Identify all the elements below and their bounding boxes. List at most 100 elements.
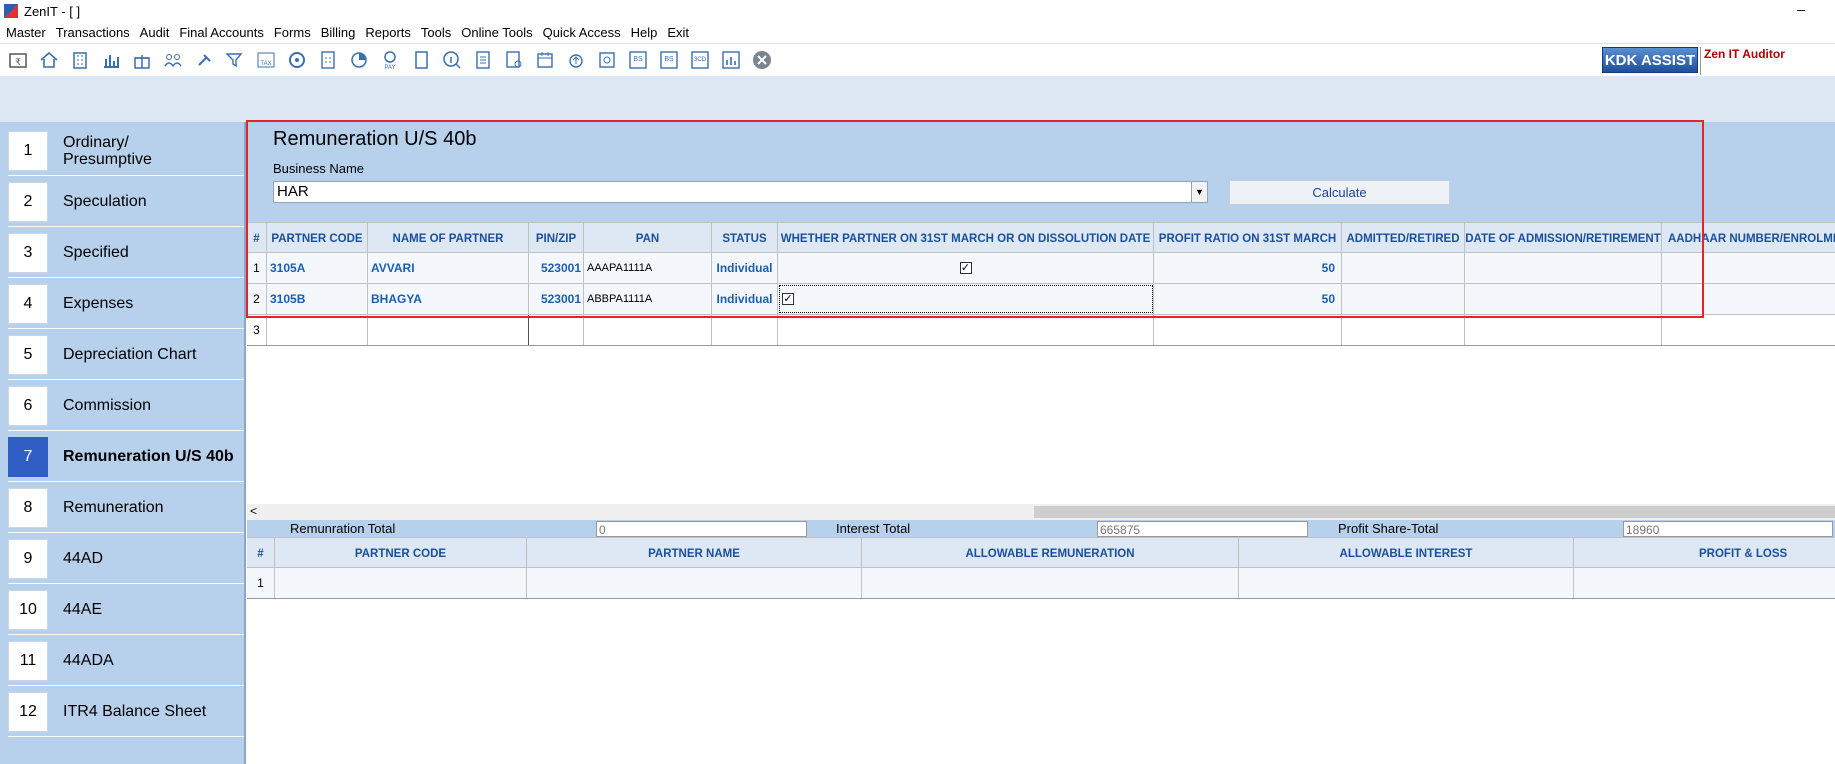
info-icon[interactable] xyxy=(439,48,465,72)
table-row[interactable]: 1 3105A AVVARI 523001 AAAPA1111A Individ… xyxy=(247,253,1835,284)
3cd-icon[interactable]: 3CD xyxy=(687,48,713,72)
table-row[interactable]: 1 xyxy=(247,568,1835,599)
admitted-retired-cell[interactable] xyxy=(1342,315,1465,345)
col-header-partner-name[interactable]: PARTNER NAME xyxy=(527,538,862,569)
partner-name-cell[interactable]: AVVARI xyxy=(368,253,529,283)
horizontal-scrollbar[interactable]: < xyxy=(247,504,1835,520)
profit-loss-cell[interactable] xyxy=(1574,568,1835,598)
sidebar-item-expenses[interactable]: 4 Expenses xyxy=(8,279,244,329)
profit-ratio-cell[interactable] xyxy=(1154,315,1342,345)
pan-cell[interactable]: ABBPA1111A xyxy=(584,284,712,314)
partner-name-cell[interactable]: BHAGYA xyxy=(368,284,529,314)
bs-2-icon[interactable]: BS xyxy=(656,48,682,72)
table-row[interactable]: 2 3105B BHAGYA 523001 ABBPA1111A Individ… xyxy=(247,284,1835,315)
date-admission-cell[interactable] xyxy=(1465,284,1662,314)
sidebar-item-itr4-balance-sheet[interactable]: 12 ITR4 Balance Sheet xyxy=(8,687,244,737)
partner-name-cell[interactable] xyxy=(527,568,862,598)
date-admission-cell[interactable] xyxy=(1465,315,1662,345)
partner-on-date-checkbox[interactable]: ✓ xyxy=(959,262,972,274)
tax-icon[interactable]: TAX xyxy=(253,48,279,72)
bs-icon[interactable]: BS xyxy=(625,48,651,72)
pin-cell[interactable]: 523001 xyxy=(529,253,584,283)
admitted-retired-cell[interactable] xyxy=(1342,253,1465,283)
chevron-down-icon[interactable]: ▼ xyxy=(1191,182,1207,202)
sidebar-item-specified[interactable]: 3 Specified xyxy=(8,228,244,278)
report-icon[interactable] xyxy=(718,48,744,72)
admitted-retired-cell[interactable] xyxy=(1342,284,1465,314)
menu-quick-access[interactable]: Quick Access xyxy=(543,25,621,40)
pan-cell[interactable] xyxy=(584,315,712,345)
date-admission-cell[interactable] xyxy=(1465,253,1662,283)
aadhaar-cell[interactable] xyxy=(1662,253,1835,283)
form-icon[interactable] xyxy=(470,48,496,72)
calculate-button[interactable]: Calculate xyxy=(1229,180,1450,205)
aadhaar-cell[interactable] xyxy=(1662,284,1835,314)
pay-icon[interactable]: PAY xyxy=(377,48,403,72)
sidebar-item-ordinary[interactable]: 1 Ordinary/ Presumptive xyxy=(8,126,244,176)
bar-chart-icon[interactable] xyxy=(98,48,124,72)
col-header-pan[interactable]: PAN xyxy=(584,223,712,254)
book-icon[interactable] xyxy=(408,48,434,72)
user-doc-icon[interactable] xyxy=(501,48,527,72)
menu-billing[interactable]: Billing xyxy=(321,25,356,40)
profit-ratio-cell[interactable]: 50 xyxy=(1154,284,1342,314)
allowable-interest-cell[interactable] xyxy=(1239,568,1574,598)
partner-code-cell[interactable]: 3105B xyxy=(267,284,368,314)
partner-on-date-checkbox[interactable]: ✓ xyxy=(782,293,794,305)
pin-cell[interactable] xyxy=(529,315,584,345)
allowable-remuneration-cell[interactable] xyxy=(862,568,1239,598)
profit-ratio-cell[interactable]: 50 xyxy=(1154,253,1342,283)
building-icon[interactable] xyxy=(67,48,93,72)
aadhaar-cell[interactable] xyxy=(1662,315,1835,345)
sidebar-item-depreciation-chart[interactable]: 5 Depreciation Chart xyxy=(8,330,244,380)
col-header-partner-name[interactable]: NAME OF PARTNER xyxy=(368,223,529,254)
close-circle-icon[interactable] xyxy=(749,48,775,72)
kdk-assist-button[interactable]: KDK ASSIST xyxy=(1602,47,1698,73)
menu-online-tools[interactable]: Online Tools xyxy=(461,25,532,40)
home-icon[interactable] xyxy=(36,48,62,72)
sidebar-item-speculation[interactable]: 2 Speculation xyxy=(8,177,244,227)
partner-code-cell[interactable] xyxy=(275,568,527,598)
status-cell[interactable] xyxy=(712,315,778,345)
menu-exit[interactable]: Exit xyxy=(667,25,689,40)
col-header-partner-code[interactable]: PARTNER CODE xyxy=(275,538,527,569)
col-header-partner-code[interactable]: PARTNER CODE xyxy=(267,223,368,254)
col-header-admitted-retired[interactable]: ADMITTED/RETIRED xyxy=(1342,223,1465,254)
partner-name-cell[interactable] xyxy=(368,315,529,345)
upload-icon[interactable] xyxy=(563,48,589,72)
business-name-select[interactable]: HAR ▼ xyxy=(273,181,1208,203)
menu-audit[interactable]: Audit xyxy=(140,25,170,40)
menu-help[interactable]: Help xyxy=(631,25,658,40)
rupee-book-icon[interactable]: ₹ xyxy=(5,48,31,72)
menu-forms[interactable]: Forms xyxy=(274,25,311,40)
menu-master[interactable]: Master xyxy=(6,25,46,40)
minimize-button[interactable]: – xyxy=(1793,2,1809,19)
pan-cell[interactable]: AAAPA1111A xyxy=(584,253,712,283)
status-cell[interactable]: Individual xyxy=(712,284,778,314)
col-header-allowable-interest[interactable]: ALLOWABLE INTEREST xyxy=(1239,538,1574,569)
calendar-icon[interactable] xyxy=(532,48,558,72)
sidebar-item-44ad[interactable]: 9 44AD xyxy=(8,534,244,584)
col-header-partner-on-date[interactable]: WHETHER PARTNER ON 31ST MARCH OR ON DISS… xyxy=(778,223,1154,254)
col-header-date-admission[interactable]: DATE OF ADMISSION/RETIREMENT xyxy=(1465,223,1662,254)
sidebar-item-commission[interactable]: 6 Commission xyxy=(8,381,244,431)
col-header-allowable-remuneration[interactable]: ALLOWABLE REMUNERATION xyxy=(862,538,1239,569)
col-header-pin[interactable]: PIN/ZIP xyxy=(529,223,584,254)
menu-reports[interactable]: Reports xyxy=(365,25,411,40)
status-cell[interactable]: Individual xyxy=(712,253,778,283)
partner-code-cell[interactable] xyxy=(267,315,368,345)
pie-chart-icon[interactable] xyxy=(346,48,372,72)
partner-on-date-cell[interactable] xyxy=(778,315,1154,345)
gift-icon[interactable] xyxy=(129,48,155,72)
pin-cell[interactable]: 523001 xyxy=(529,284,584,314)
scrollbar-thumb[interactable] xyxy=(1034,506,1835,518)
filter-icon[interactable] xyxy=(222,48,248,72)
sync-icon[interactable] xyxy=(594,48,620,72)
sidebar-item-44ae[interactable]: 10 44AE xyxy=(8,585,244,635)
col-header-status[interactable]: STATUS xyxy=(712,223,778,254)
calculator-icon[interactable] xyxy=(315,48,341,72)
table-row[interactable]: 3 xyxy=(247,315,1835,346)
col-header-profit-ratio[interactable]: PROFIT RATIO ON 31ST MARCH xyxy=(1154,223,1342,254)
menu-final-accounts[interactable]: Final Accounts xyxy=(179,25,264,40)
users-icon[interactable] xyxy=(160,48,186,72)
